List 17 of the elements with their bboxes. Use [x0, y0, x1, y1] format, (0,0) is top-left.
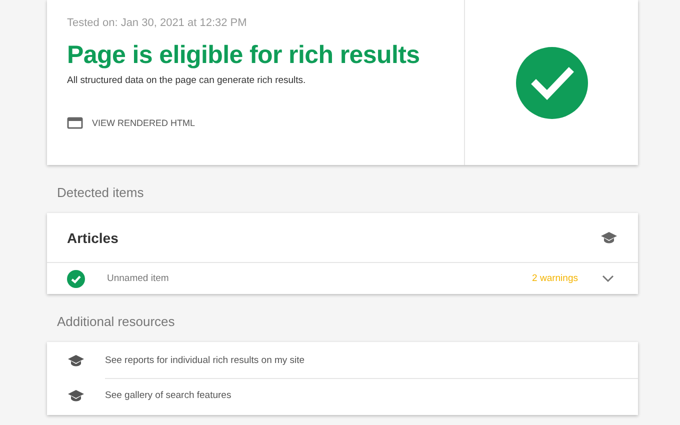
graduation-cap-icon [67, 388, 85, 402]
view-rendered-html-button[interactable]: VIEW RENDERED HTML [67, 117, 196, 129]
resource-link[interactable]: See gallery of search features [105, 378, 638, 413]
result-description: All structured data on the page can generate rich results. [67, 75, 307, 86]
detected-item-row[interactable]: Unnamed item 2 warnings [47, 263, 638, 294]
tested-on-text: Tested on: Jan 30, 2021 at 12:32 PM [67, 17, 248, 29]
resource-link[interactable]: See reports for individual rich results on my site [105, 344, 638, 378]
section-heading: Detected items [56, 184, 145, 202]
browser-window-icon [67, 117, 83, 129]
graduation-cap-icon [67, 354, 85, 368]
section-heading: Additional resources [56, 313, 176, 331]
item-label: Unnamed item [107, 273, 170, 284]
group-title: Articles [67, 230, 118, 246]
graduation-cap-icon [600, 230, 618, 244]
result-title: Page is eligible for rich results [67, 41, 421, 70]
chevron-icon[interactable] [602, 274, 614, 282]
warnings-count: 2 warnings [532, 273, 578, 284]
